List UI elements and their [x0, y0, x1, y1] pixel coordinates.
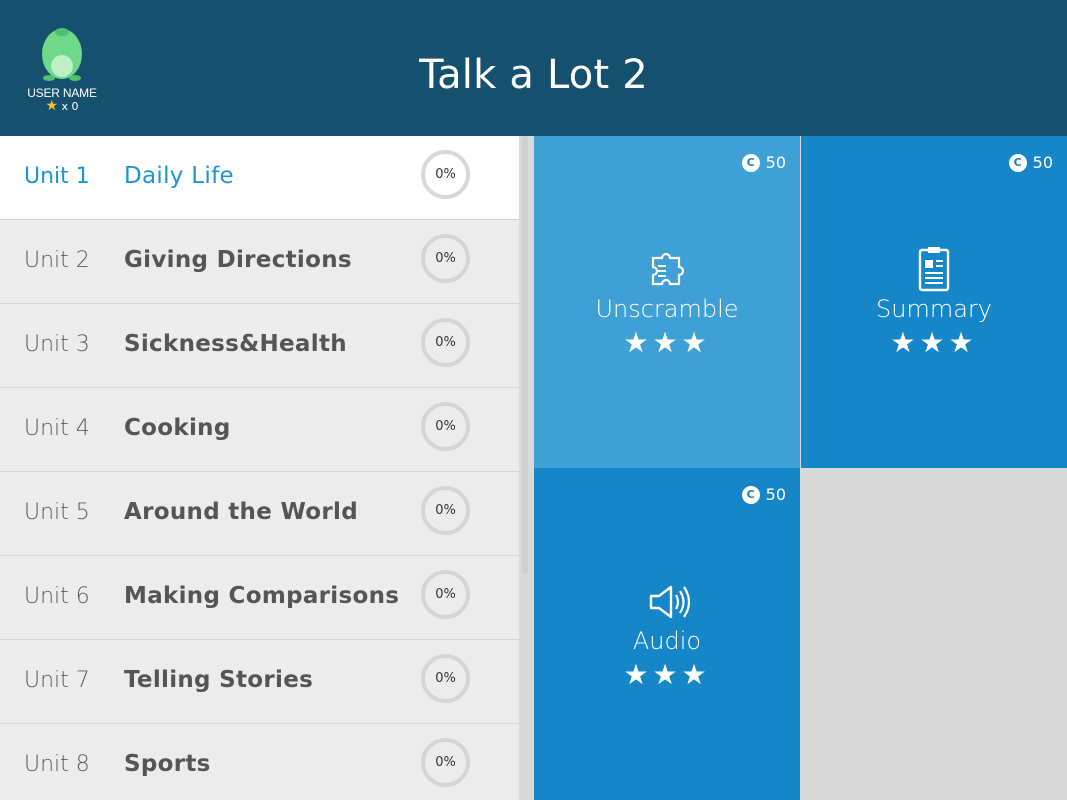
- unit-number: Unit 6: [24, 584, 90, 609]
- page-title: Talk a Lot 2: [419, 52, 648, 98]
- unit-number: Unit 3: [24, 332, 90, 357]
- unit-title: Giving Directions: [124, 247, 352, 273]
- activity-tile-unscramble[interactable]: C 50 Unscramble ★★★: [534, 136, 800, 468]
- progress-ring: 0%: [421, 318, 470, 367]
- document-icon: [918, 247, 950, 292]
- star-rating: ★★★: [623, 326, 711, 359]
- unit-list-scrollbar[interactable]: [522, 136, 528, 574]
- coin-icon: C: [1008, 154, 1027, 172]
- activity-tile-audio[interactable]: C 50 Audio ★★★: [534, 468, 800, 800]
- coin-reward: C 50: [741, 485, 786, 504]
- activity-label: Audio: [632, 627, 702, 655]
- progress-ring: 0%: [421, 738, 470, 787]
- unit-item-1[interactable]: Unit 1 Daily Life 0%: [0, 136, 519, 220]
- unit-item-4[interactable]: Unit 4 Cooking 0%: [0, 388, 519, 472]
- coin-reward: C 50: [741, 153, 786, 172]
- progress-ring: 0%: [421, 570, 470, 619]
- unit-title: Daily Life: [124, 163, 234, 189]
- star-rating: ★★★: [623, 658, 711, 691]
- activity-label: Unscramble: [595, 295, 739, 323]
- unit-item-3[interactable]: Unit 3 Sickness&Health 0%: [0, 304, 519, 388]
- speaker-icon: [649, 585, 691, 619]
- unit-number: Unit 8: [24, 752, 90, 777]
- activity-label: Summary: [876, 295, 992, 323]
- unit-title: Making Comparisons: [124, 583, 400, 609]
- unit-item-6[interactable]: Unit 6 Making Comparisons 0%: [0, 556, 519, 640]
- coin-icon: C: [741, 486, 760, 504]
- unit-item-2[interactable]: Unit 2 Giving Directions 0%: [0, 220, 519, 304]
- unit-item-7[interactable]: Unit 7 Telling Stories 0%: [0, 640, 519, 724]
- unit-item-5[interactable]: Unit 5 Around the World 0%: [0, 472, 519, 556]
- unit-number: Unit 5: [24, 500, 90, 525]
- unit-title: Sports: [124, 751, 211, 777]
- activity-tile-summary[interactable]: C 50 Summary ★★★: [801, 136, 1067, 468]
- unit-list: Unit 1 Daily Life 0% Unit 2 Giving Direc…: [0, 136, 519, 800]
- unit-number: Unit 4: [24, 416, 90, 441]
- coin-amount: 50: [1032, 153, 1053, 172]
- coin-amount: 50: [765, 485, 786, 504]
- progress-ring: 0%: [421, 234, 470, 283]
- unit-number: Unit 1: [24, 164, 90, 189]
- coin-icon: C: [741, 154, 760, 172]
- unit-title: Telling Stories: [124, 667, 314, 693]
- empty-tile: [801, 468, 1067, 800]
- unit-title: Sickness&Health: [124, 331, 347, 357]
- coin-amount: 50: [765, 153, 786, 172]
- coin-reward: C 50: [1008, 153, 1053, 172]
- unit-number: Unit 7: [24, 668, 90, 693]
- progress-ring: 0%: [421, 486, 470, 535]
- unit-title: Around the World: [124, 499, 358, 525]
- unit-item-8[interactable]: Unit 8 Sports 0%: [0, 724, 519, 800]
- progress-ring: 0%: [421, 654, 470, 703]
- progress-ring: 0%: [421, 150, 470, 199]
- progress-ring: 0%: [421, 402, 470, 451]
- puzzle-icon: [651, 252, 685, 286]
- unit-number: Unit 2: [24, 248, 90, 273]
- unit-title: Cooking: [124, 415, 231, 441]
- star-rating: ★★★: [890, 326, 978, 359]
- app-header: USER NAME ★ x 0 Talk a Lot 2: [0, 0, 1067, 136]
